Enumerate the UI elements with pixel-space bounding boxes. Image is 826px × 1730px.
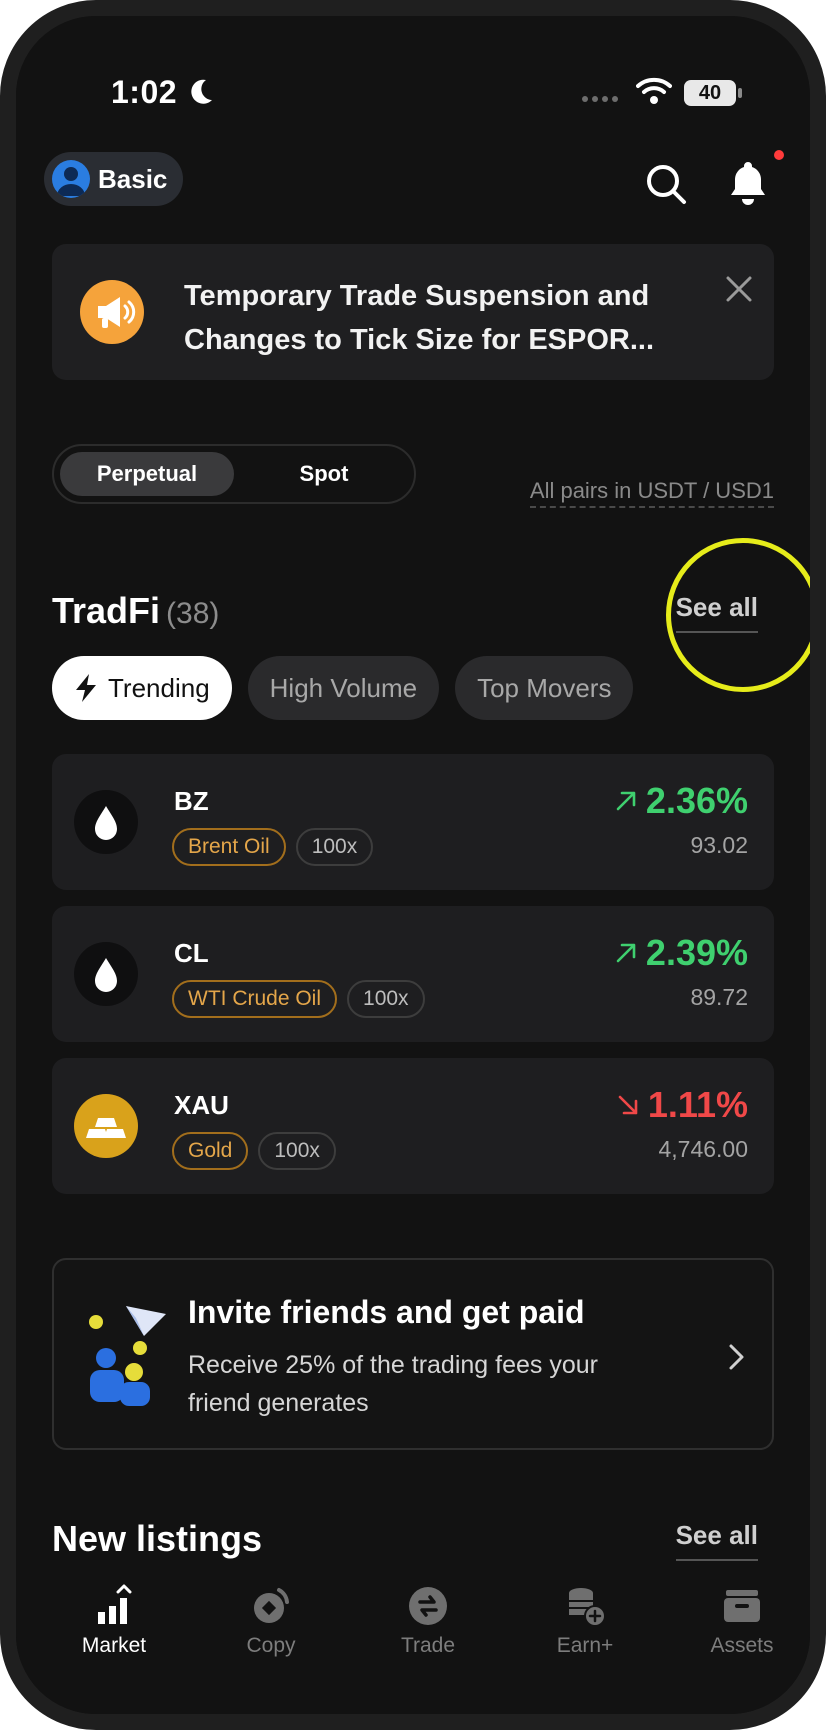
avatar-icon [52, 160, 90, 198]
nav-trade[interactable]: Trade [368, 1584, 488, 1658]
invite-illustration-icon [89, 1306, 166, 1406]
price-change: 2.36% [612, 780, 748, 822]
chip-trending[interactable]: Trending [52, 656, 232, 720]
moon-icon [191, 79, 212, 104]
nav-label: Trade [400, 1634, 456, 1657]
announcement-text: Temporary Trade Suspension and Changes t… [184, 274, 664, 362]
invite-banner[interactable]: Invite friends and get paid Receive 25% … [52, 1258, 774, 1450]
change-value: 2.39% [645, 932, 748, 973]
copy-trade-icon [254, 1588, 289, 1623]
invite-description: Receive 25% of the trading fees your fri… [188, 1346, 668, 1422]
asset-row-bz[interactable]: BZ Brent Oil 100x 2.36% 93.02 [52, 754, 774, 890]
nav-label: Assets [710, 1634, 774, 1657]
wallet-icon [724, 1590, 760, 1622]
announcement-banner[interactable]: Temporary Trade Suspension and Changes t… [52, 244, 774, 380]
asset-price: 93.02 [690, 832, 748, 858]
announcement-line-1: Temporary Trade Suspension and [184, 280, 650, 312]
nav-label: Earn+ [556, 1634, 614, 1657]
asset-symbol: XAU [174, 1090, 229, 1120]
chip-trending-label: Trending [108, 672, 210, 703]
signal-icon [582, 96, 622, 102]
invite-title: Invite friends and get paid [188, 1294, 585, 1330]
tradfi-count: (38) [166, 597, 220, 630]
asset-tags: Gold 100x [172, 1132, 336, 1170]
market-chart-icon [98, 1584, 132, 1624]
price-change: 1.11% [614, 1084, 748, 1126]
close-icon[interactable] [724, 274, 754, 304]
battery-icon: 40 [684, 80, 736, 106]
section-title-new-listings: New listings [52, 1518, 263, 1559]
nav-market[interactable]: Market [54, 1584, 174, 1658]
see-all-new-listings-link[interactable]: See all [675, 1520, 758, 1561]
phone-frame: 1:02 40 Basic Temporary Trade Suspension… [0, 0, 826, 1730]
arrow-up-right-icon [616, 791, 636, 811]
leverage-tag: 100x [258, 1132, 336, 1170]
nav-label: Market [81, 1634, 147, 1657]
nav-assets[interactable]: Assets [682, 1584, 802, 1658]
price-change: 2.39% [612, 932, 748, 974]
asset-row-xau[interactable]: XAU Gold 100x 1.11% 4,746.00 [52, 1058, 774, 1194]
pairs-note[interactable]: All pairs in USDT / USD1 [529, 478, 774, 508]
invite-desc-line-1: Receive 25% of the trading fees your [188, 1351, 598, 1379]
nav-label: Copy [246, 1634, 296, 1657]
filter-chips: Trending High Volume Top Movers [52, 656, 634, 720]
asset-price: 4,746.00 [658, 1136, 748, 1162]
chip-top-movers[interactable]: Top Movers [455, 656, 634, 720]
asset-name-tag: WTI Crude Oil [172, 980, 338, 1018]
notification-dot [774, 150, 784, 160]
leverage-tag: 100x [295, 828, 374, 866]
asset-name-tag: Brent Oil [172, 828, 286, 866]
oil-drop-icon [74, 942, 138, 1006]
screen: 1:02 40 Basic Temporary Trade Suspension… [16, 16, 810, 1714]
invite-desc-line-2: friend generates [188, 1389, 369, 1417]
trade-swap-icon [409, 1587, 447, 1625]
status-bar: 1:02 40 [16, 74, 810, 114]
earn-coins-icon [569, 1588, 606, 1627]
section-title-tradfi: TradFi (38) [52, 590, 219, 632]
oil-drop-icon [74, 790, 138, 854]
chevron-right-icon [729, 1344, 744, 1370]
change-value: 2.36% [645, 780, 748, 821]
arrow-down-right-icon [618, 1095, 638, 1115]
gold-bars-icon [74, 1094, 138, 1158]
announcement-line-2: Changes to Tick Size for ESPOR... [184, 324, 655, 356]
wifi-icon [636, 77, 672, 104]
leverage-tag: 100x [347, 980, 425, 1018]
chip-high-volume[interactable]: High Volume [247, 656, 440, 720]
highlight-annotation-circle [666, 538, 810, 692]
account-tier-button[interactable]: Basic [44, 152, 184, 206]
battery-tip [738, 88, 742, 98]
bell-icon[interactable] [724, 158, 772, 208]
status-time: 1:02 [111, 74, 178, 110]
asset-symbol: CL [174, 938, 209, 968]
asset-symbol: BZ [174, 786, 209, 816]
tradfi-title: TradFi [52, 590, 161, 631]
change-value: 1.11% [647, 1084, 748, 1125]
market-type-toggle: Perpetual Spot [52, 444, 416, 504]
nav-copy[interactable]: Copy [211, 1584, 331, 1658]
account-tier-label: Basic [98, 163, 168, 194]
asset-tags: Brent Oil 100x [172, 828, 374, 866]
nav-earn[interactable]: Earn+ [525, 1584, 645, 1658]
tab-spot[interactable]: Spot [244, 452, 404, 496]
search-icon[interactable] [642, 160, 690, 208]
asset-price: 89.72 [690, 984, 748, 1010]
arrow-up-right-icon [616, 943, 636, 963]
megaphone-icon [80, 280, 144, 344]
tab-perpetual[interactable]: Perpetual [60, 452, 234, 496]
asset-tags: WTI Crude Oil 100x [172, 980, 425, 1018]
lightning-icon [76, 674, 96, 702]
asset-name-tag: Gold [172, 1132, 249, 1170]
bottom-nav: Market Copy Trade Earn+ Assets [16, 1576, 810, 1714]
asset-row-cl[interactable]: CL WTI Crude Oil 100x 2.39% 89.72 [52, 906, 774, 1042]
